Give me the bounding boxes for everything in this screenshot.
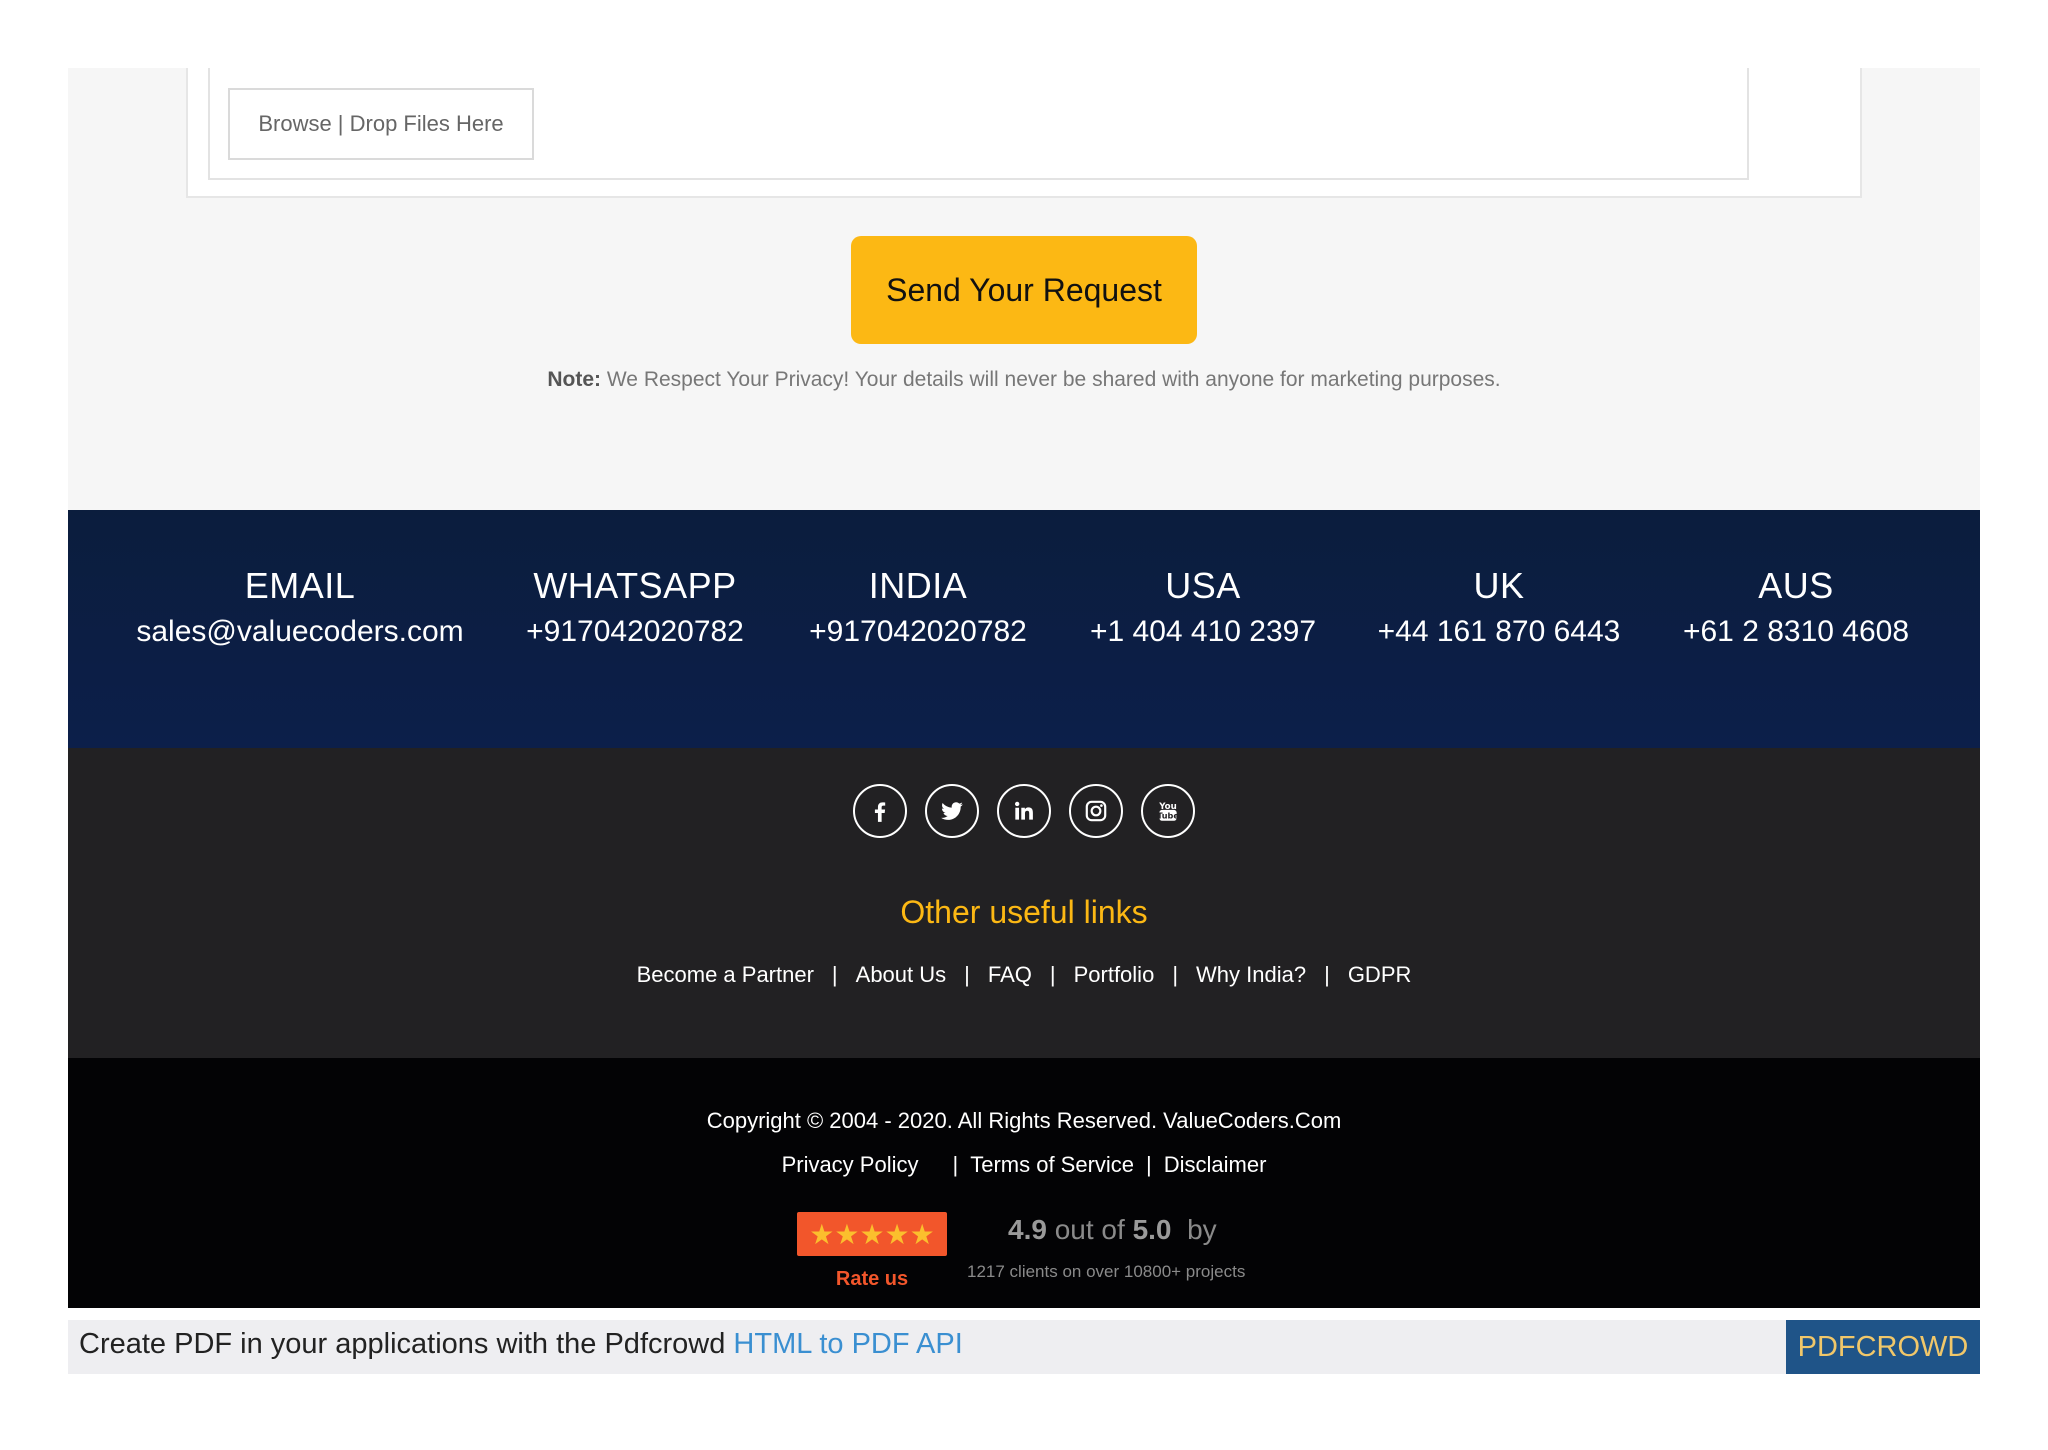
pdfcrowd-banner: Create PDF in your applications with the… <box>68 1320 1980 1374</box>
link-separator: | <box>1146 1152 1152 1177</box>
pdfcrowd-message: Create PDF in your applications with the… <box>79 1328 734 1360</box>
link-why-india[interactable]: Why India? <box>1196 962 1306 987</box>
contact-whatsapp: WHATSAPP +917042020782 <box>526 564 744 652</box>
send-request-button[interactable]: Send Your Request <box>851 236 1197 344</box>
copyright-text: Copyright © 2004 - 2020. All Rights Rese… <box>706 1108 1342 1133</box>
rate-us-link[interactable]: Rate us <box>797 1268 947 1291</box>
contact-label: EMAIL <box>244 565 356 606</box>
contact-value[interactable]: +61 2 8310 4608 <box>1683 612 1909 652</box>
contact-aus: AUS +61 2 8310 4608 <box>1683 564 1909 652</box>
instagram-icon[interactable] <box>1069 784 1123 838</box>
svg-text:Tube: Tube <box>1157 811 1179 821</box>
linkedin-icon[interactable] <box>997 784 1051 838</box>
star-icons: ★★★★★ <box>809 1218 935 1250</box>
link-separator: | <box>1049 962 1056 987</box>
pdfcrowd-api-link[interactable]: HTML to PDF API <box>733 1328 962 1360</box>
useful-links-band: You Tube Other useful links Become a Part… <box>68 748 1980 1058</box>
contact-value[interactable]: +917042020782 <box>809 612 1027 652</box>
contact-uk: UK +44 161 870 6443 <box>1378 564 1621 652</box>
contact-value[interactable]: +44 161 870 6443 <box>1378 612 1621 652</box>
browse-files-button[interactable]: Browse | Drop Files Here <box>228 88 534 160</box>
form-card: Browse | Drop Files Here <box>186 68 1862 198</box>
link-separator: | <box>952 1152 959 1177</box>
privacy-note-label: Note: <box>547 368 602 391</box>
copyright-band: Copyright © 2004 - 2020. All Rights Rese… <box>68 1058 1980 1308</box>
rating-value: 4.9 <box>1008 1214 1047 1245</box>
link-separator: | <box>1324 962 1330 987</box>
contact-value[interactable]: sales@valuecoders.com <box>136 612 463 652</box>
contact-value[interactable]: +917042020782 <box>526 612 744 652</box>
link-privacy-policy[interactable]: Privacy Policy <box>782 1152 919 1177</box>
privacy-note-text: We Respect Your Privacy! Your details wi… <box>601 368 1501 391</box>
pdfcrowd-logo[interactable]: PDFCROWD <box>1786 1320 1980 1374</box>
link-disclaimer[interactable]: Disclaimer <box>1164 1152 1267 1177</box>
file-upload-area[interactable]: Browse | Drop Files Here <box>208 68 1749 180</box>
star-rating-badge[interactable]: ★★★★★ <box>797 1212 947 1256</box>
contact-label: USA <box>1165 565 1241 606</box>
pdfcrowd-text: Create PDF in your applications with the… <box>79 1328 963 1361</box>
rating-max: 5.0 <box>1132 1214 1172 1245</box>
contact-band: EMAIL sales@valuecoders.com WHATSAPP +91… <box>68 510 1980 748</box>
legal-links: Privacy Policy | Terms of Service | Disclaim… <box>68 1152 1980 1178</box>
link-separator: | <box>1172 962 1179 987</box>
rating-widget: ★★★★★ Rate us 4.9 out of 5.0 by 1217 cli… <box>797 1212 1297 1302</box>
privacy-note: Note: We Respect Your Privacy! Your deta… <box>68 368 1980 392</box>
link-separator: | <box>831 962 838 987</box>
contact-label: WHATSAPP <box>533 565 737 606</box>
link-faq[interactable]: FAQ <box>988 962 1032 987</box>
link-separator: | <box>964 962 970 987</box>
social-links: You Tube <box>68 784 1980 838</box>
rating-score: 4.9 out of 5.0 by <box>1008 1214 1217 1246</box>
contact-value[interactable]: +1 404 410 2397 <box>1090 612 1316 652</box>
contact-label: INDIA <box>868 565 968 606</box>
facebook-icon[interactable] <box>853 784 907 838</box>
youtube-icon[interactable]: You Tube <box>1141 784 1195 838</box>
request-form-section: Browse | Drop Files Here Send Your Reque… <box>68 68 1980 510</box>
link-portfolio[interactable]: Portfolio <box>1074 962 1155 987</box>
contact-email: EMAIL sales@valuecoders.com <box>136 564 463 652</box>
contact-label: AUS <box>1758 565 1834 606</box>
link-about-us[interactable]: About Us <box>856 962 947 987</box>
link-terms-of-service[interactable]: Terms of Service <box>970 1152 1134 1177</box>
page: Browse | Drop Files Here Send Your Reque… <box>68 68 1980 1308</box>
rating-clients: 1217 clients on over 10800+ projects <box>967 1262 1246 1281</box>
useful-links-list: Become a Partner | About Us | FAQ | Portfolio |… <box>68 962 1980 988</box>
twitter-icon[interactable] <box>925 784 979 838</box>
useful-links-title: Other useful links <box>900 894 1148 930</box>
contact-india: INDIA +917042020782 <box>809 564 1027 652</box>
rating-out-of: out of <box>1054 1214 1125 1245</box>
contact-usa: USA +1 404 410 2397 <box>1090 564 1316 652</box>
link-gdpr[interactable]: GDPR <box>1348 962 1412 987</box>
link-become-partner[interactable]: Become a Partner <box>637 962 814 987</box>
contact-label: UK <box>1473 565 1525 606</box>
rating-by: by <box>1187 1214 1217 1245</box>
